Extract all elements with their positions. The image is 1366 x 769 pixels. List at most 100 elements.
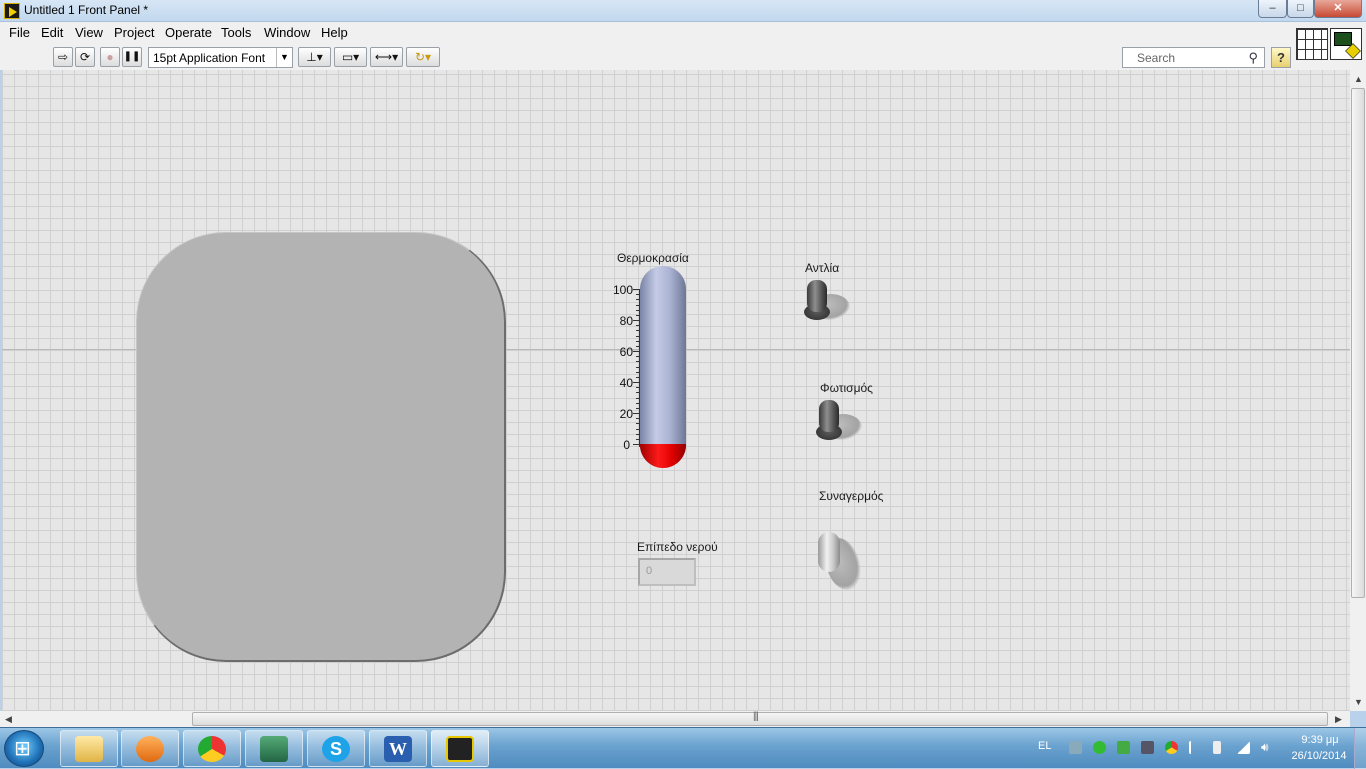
show-desktop-button[interactable] (1354, 728, 1366, 769)
reorder-button[interactable]: ↻▾ (406, 47, 440, 67)
distribute-icon: ▭▾ (341, 50, 360, 64)
scale-tick (636, 304, 639, 306)
pause-icon: ❚❚ (123, 51, 141, 62)
scale-tick (636, 387, 639, 389)
thermometer-label: Θερμοκρασία (617, 251, 689, 265)
pump-toggle[interactable] (802, 278, 852, 328)
maximize-button[interactable]: □ (1287, 0, 1314, 18)
clock-time[interactable]: 9:39 μμ (1296, 734, 1344, 746)
close-button[interactable]: ✕ (1314, 0, 1362, 18)
minimize-button[interactable]: – (1258, 0, 1287, 18)
scale-tick (636, 294, 639, 296)
window-title: Untitled 1 Front Panel * (24, 3, 149, 17)
tray-network-icon[interactable] (1069, 741, 1082, 754)
menu-bar: File Edit View Project Operate Tools Win… (0, 22, 1366, 43)
scale-tick (633, 444, 639, 445)
scroll-up-icon[interactable]: ▲ (1354, 74, 1363, 84)
water-level-indicator[interactable]: 0 (638, 558, 696, 586)
scale-tick (636, 397, 639, 399)
chrome-icon (198, 736, 226, 762)
scale-tick (636, 371, 639, 373)
resize-objects-button[interactable]: ⟷▾ (370, 47, 403, 67)
tick-label: 0 (623, 438, 630, 452)
tray-chrome-icon[interactable] (1165, 741, 1178, 754)
front-panel[interactable]: Θερμοκρασία 100 80 60 40 20 0 Αντλία Φωτ… (2, 70, 1350, 711)
tray-security-icon[interactable] (1093, 741, 1106, 754)
menu-window[interactable]: Window (264, 25, 310, 40)
tray-flag-icon[interactable] (1189, 741, 1202, 754)
pause-button[interactable]: ❚❚ (122, 47, 142, 67)
chevron-down-icon: ▼ (276, 48, 292, 67)
taskbar: S W EL 🔊︎ 9:39 μμ 26/10/2014 (0, 727, 1366, 769)
scale-tick (636, 330, 639, 332)
align-objects-button[interactable]: ⊥▾ (298, 47, 331, 67)
horizontal-scroll-thumb[interactable]: ||| (192, 711, 1328, 726)
taskbar-chrome[interactable] (183, 730, 241, 767)
abort-icon: ● (106, 50, 114, 64)
start-button[interactable] (4, 730, 44, 767)
run-continuously-icon: ⟳ (79, 50, 91, 64)
light-toggle-label: Φωτισμός (820, 381, 873, 395)
font-select[interactable]: 15pt Application Font ▼ (148, 47, 293, 68)
toggle-lever (818, 532, 840, 572)
scroll-left-icon[interactable]: ◀ (5, 714, 12, 725)
scale-tick (636, 314, 639, 316)
context-help-button[interactable]: ? (1271, 47, 1291, 68)
menu-operate[interactable]: Operate (165, 25, 212, 40)
thermometer-indicator[interactable] (640, 266, 686, 468)
run-continuously-button[interactable]: ⟳ (75, 47, 95, 67)
tray-app-icon[interactable] (1117, 741, 1130, 754)
thermometer-fill (640, 444, 686, 468)
horizontal-scrollbar[interactable]: ◀ ||| ▶ (0, 711, 1350, 727)
search-box[interactable]: ⚲ (1122, 47, 1265, 68)
tick-label: 100 (612, 283, 633, 297)
distribute-objects-button[interactable]: ▭▾ (334, 47, 367, 67)
alarm-toggle[interactable] (814, 528, 870, 595)
clock-date[interactable]: 26/10/2014 (1288, 750, 1350, 762)
tray-battery-icon[interactable] (1213, 741, 1221, 754)
scale-tick (636, 340, 639, 342)
tank-decoration[interactable] (136, 232, 506, 662)
scale-tick (636, 345, 639, 347)
menu-edit[interactable]: Edit (41, 25, 63, 40)
menu-help[interactable]: Help (321, 25, 348, 40)
water-level-value: 0 (646, 565, 653, 577)
menu-file[interactable]: File (9, 25, 30, 40)
abort-button[interactable]: ● (100, 47, 120, 67)
scale-tick (636, 325, 639, 327)
taskbar-labview[interactable] (431, 730, 489, 767)
menu-view[interactable]: View (75, 25, 103, 40)
menu-project[interactable]: Project (114, 25, 154, 40)
scale-tick (636, 407, 639, 409)
scale-tick (636, 392, 639, 394)
scroll-down-icon[interactable]: ▼ (1354, 697, 1363, 707)
tray-volume-icon[interactable]: 🔊︎ (1261, 741, 1274, 754)
taskbar-word[interactable]: W (369, 730, 427, 767)
light-toggle[interactable] (814, 398, 864, 448)
tray-monitor-icon[interactable] (1141, 741, 1154, 754)
vi-icon[interactable] (1330, 28, 1362, 60)
align-icon: ⊥▾ (306, 50, 323, 64)
labview-icon (446, 736, 474, 762)
menu-tools[interactable]: Tools (221, 25, 251, 40)
run-button[interactable]: ⇨ (53, 47, 73, 67)
scroll-right-icon[interactable]: ▶ (1335, 714, 1342, 725)
taskbar-file-explorer[interactable] (60, 730, 118, 767)
pump-toggle-label: Αντλία (805, 261, 840, 275)
search-input[interactable] (1137, 50, 1241, 65)
taskbar-media-player[interactable] (121, 730, 179, 767)
vertical-scroll-thumb[interactable] (1351, 88, 1365, 598)
taskbar-skype[interactable]: S (307, 730, 365, 767)
scale-tick (636, 361, 639, 363)
language-indicator[interactable]: EL (1038, 740, 1051, 752)
vertical-scrollbar[interactable]: ▲ ▼ (1350, 70, 1366, 711)
tick-label: 60 (619, 345, 633, 359)
scale-tick (636, 438, 639, 440)
tray-signal-icon[interactable] (1237, 741, 1250, 754)
taskbar-device-manager[interactable] (245, 730, 303, 767)
search-icon[interactable]: ⚲ (1248, 50, 1258, 66)
tick-label: 40 (619, 376, 633, 390)
scale-tick (636, 366, 639, 368)
scale-tick (633, 413, 639, 414)
connector-pane-icon[interactable] (1296, 28, 1328, 60)
